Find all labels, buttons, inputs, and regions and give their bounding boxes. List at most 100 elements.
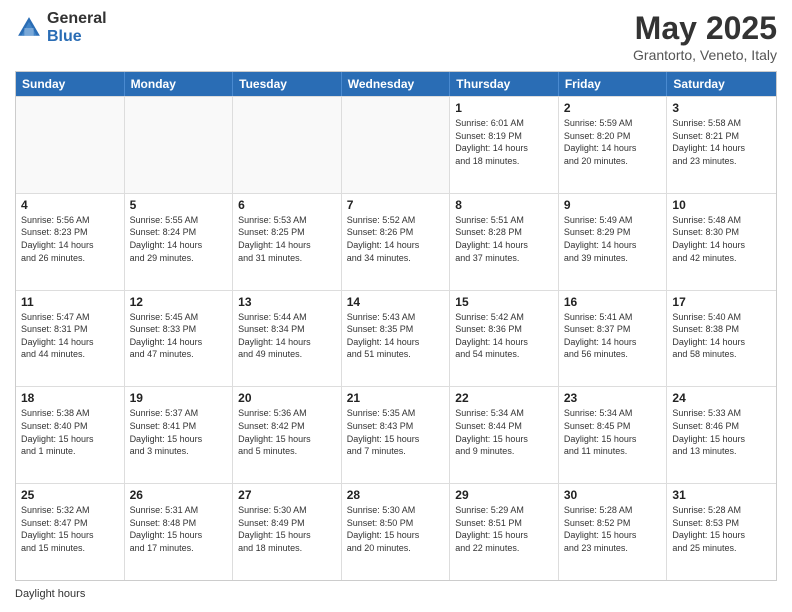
- day-info: Sunrise: 5:30 AM Sunset: 8:49 PM Dayligh…: [238, 504, 336, 554]
- calendar-cell-r4-c3: 28 Sunrise: 5:30 AM Sunset: 8:50 PM Dayli…: [342, 484, 451, 580]
- day-info: Sunrise: 5:32 AM Sunset: 8:47 PM Dayligh…: [21, 504, 119, 554]
- calendar-cell-r0-c6: 3Sunrise: 5:58 AM Sunset: 8:21 PM Daylig…: [667, 97, 776, 193]
- calendar-header: Sunday Monday Tuesday Wednesday Thursday…: [16, 72, 776, 96]
- day-info: Sunrise: 5:28 AM Sunset: 8:52 PM Dayligh…: [564, 504, 662, 554]
- day-number: 16: [564, 295, 662, 309]
- calendar-cell-r1-c6: 10 Sunrise: 5:48 AM Sunset: 8:30 PM Dayli…: [667, 194, 776, 290]
- title-month: May 2025: [633, 10, 777, 47]
- day-info: Sunrise: 5:28 AM Sunset: 8:53 PM Dayligh…: [672, 504, 771, 554]
- day-number: 23: [564, 391, 662, 405]
- day-number: 27: [238, 488, 336, 502]
- calendar-cell-r3-c6: 24 Sunrise: 5:33 AM Sunset: 8:46 PM Dayli…: [667, 387, 776, 483]
- calendar-cell-r2-c6: 17Sunrise: 5:40 AM Sunset: 8:38 PM Dayli…: [667, 291, 776, 387]
- calendar-cell-r3-c1: 19 Sunrise: 5:37 AM Sunset: 8:41 PM Dayli…: [125, 387, 234, 483]
- calendar-cell-r0-c2: [233, 97, 342, 193]
- calendar-cell-r4-c4: 29Sunrise: 5:29 AM Sunset: 8:51 PM Dayli…: [450, 484, 559, 580]
- day-info: Sunrise: 5:29 AM Sunset: 8:51 PM Dayligh…: [455, 504, 553, 554]
- day-number: 26: [130, 488, 228, 502]
- calendar-cell-r1-c1: 5 Sunrise: 5:55 AM Sunset: 8:24 PM Daylig…: [125, 194, 234, 290]
- day-number: 22: [455, 391, 553, 405]
- day-info: Sunrise: 5:31 AM Sunset: 8:48 PM Dayligh…: [130, 504, 228, 554]
- calendar: Sunday Monday Tuesday Wednesday Thursday…: [15, 71, 777, 581]
- calendar-cell-r0-c4: 1Sunrise: 6:01 AM Sunset: 8:19 PM Daylig…: [450, 97, 559, 193]
- day-number: 25: [21, 488, 119, 502]
- calendar-cell-r2-c1: 12 Sunrise: 5:45 AM Sunset: 8:33 PM Dayli…: [125, 291, 234, 387]
- day-info: Sunrise: 5:35 AM Sunset: 8:43 PM Dayligh…: [347, 407, 445, 457]
- day-info: Sunrise: 5:41 AM Sunset: 8:37 PM Dayligh…: [564, 311, 662, 361]
- title-block: May 2025 Grantorto, Veneto, Italy: [633, 10, 777, 63]
- calendar-cell-r3-c3: 21 Sunrise: 5:35 AM Sunset: 8:43 PM Dayli…: [342, 387, 451, 483]
- calendar-cell-r1-c0: 4Sunrise: 5:56 AM Sunset: 8:23 PM Daylig…: [16, 194, 125, 290]
- day-info: Sunrise: 5:51 AM Sunset: 8:28 PM Dayligh…: [455, 214, 553, 264]
- day-number: 24: [672, 391, 771, 405]
- day-number: 10: [672, 198, 771, 212]
- day-number: 14: [347, 295, 445, 309]
- logo-blue: Blue: [47, 28, 107, 46]
- logo-icon: [15, 14, 43, 42]
- day-number: 30: [564, 488, 662, 502]
- day-number: 19: [130, 391, 228, 405]
- day-info: Sunrise: 5:53 AM Sunset: 8:25 PM Dayligh…: [238, 214, 336, 264]
- day-number: 1: [455, 101, 553, 115]
- calendar-cell-r1-c3: 7 Sunrise: 5:52 AM Sunset: 8:26 PM Daylig…: [342, 194, 451, 290]
- day-info: Sunrise: 5:34 AM Sunset: 8:45 PM Dayligh…: [564, 407, 662, 457]
- day-info: Sunrise: 5:56 AM Sunset: 8:23 PM Dayligh…: [21, 214, 119, 264]
- day-number: 5: [130, 198, 228, 212]
- day-info: Sunrise: 5:36 AM Sunset: 8:42 PM Dayligh…: [238, 407, 336, 457]
- day-info: Sunrise: 5:42 AM Sunset: 8:36 PM Dayligh…: [455, 311, 553, 361]
- day-info: Sunrise: 5:37 AM Sunset: 8:41 PM Dayligh…: [130, 407, 228, 457]
- day-info: Sunrise: 5:49 AM Sunset: 8:29 PM Dayligh…: [564, 214, 662, 264]
- day-info: Sunrise: 5:43 AM Sunset: 8:35 PM Dayligh…: [347, 311, 445, 361]
- calendar-cell-r3-c4: 22 Sunrise: 5:34 AM Sunset: 8:44 PM Dayli…: [450, 387, 559, 483]
- calendar-row-1: 4Sunrise: 5:56 AM Sunset: 8:23 PM Daylig…: [16, 193, 776, 290]
- calendar-cell-r2-c0: 11 Sunrise: 5:47 AM Sunset: 8:31 PM Dayli…: [16, 291, 125, 387]
- day-info: Sunrise: 5:34 AM Sunset: 8:44 PM Dayligh…: [455, 407, 553, 457]
- logo-general: General: [47, 10, 107, 28]
- calendar-cell-r4-c0: 25 Sunrise: 5:32 AM Sunset: 8:47 PM Dayli…: [16, 484, 125, 580]
- header: General Blue May 2025 Grantorto, Veneto,…: [15, 10, 777, 63]
- day-number: 9: [564, 198, 662, 212]
- day-info: Sunrise: 5:40 AM Sunset: 8:38 PM Dayligh…: [672, 311, 771, 361]
- day-info: Sunrise: 5:47 AM Sunset: 8:31 PM Dayligh…: [21, 311, 119, 361]
- calendar-row-3: 18 Sunrise: 5:38 AM Sunset: 8:40 PM Dayli…: [16, 386, 776, 483]
- header-sunday: Sunday: [16, 72, 125, 96]
- calendar-cell-r1-c2: 6Sunrise: 5:53 AM Sunset: 8:25 PM Daylig…: [233, 194, 342, 290]
- day-number: 11: [21, 295, 119, 309]
- day-info: Sunrise: 5:45 AM Sunset: 8:33 PM Dayligh…: [130, 311, 228, 361]
- page: General Blue May 2025 Grantorto, Veneto,…: [0, 0, 792, 612]
- calendar-cell-r3-c5: 23 Sunrise: 5:34 AM Sunset: 8:45 PM Dayli…: [559, 387, 668, 483]
- day-number: 7: [347, 198, 445, 212]
- day-number: 3: [672, 101, 771, 115]
- day-info: Sunrise: 5:30 AM Sunset: 8:50 PM Dayligh…: [347, 504, 445, 554]
- calendar-cell-r0-c1: [125, 97, 234, 193]
- day-number: 2: [564, 101, 662, 115]
- day-number: 18: [21, 391, 119, 405]
- calendar-cell-r3-c0: 18 Sunrise: 5:38 AM Sunset: 8:40 PM Dayli…: [16, 387, 125, 483]
- calendar-cell-r4-c6: 31 Sunrise: 5:28 AM Sunset: 8:53 PM Dayli…: [667, 484, 776, 580]
- calendar-cell-r4-c1: 26 Sunrise: 5:31 AM Sunset: 8:48 PM Dayli…: [125, 484, 234, 580]
- calendar-row-0: 1Sunrise: 6:01 AM Sunset: 8:19 PM Daylig…: [16, 96, 776, 193]
- day-info: Sunrise: 5:44 AM Sunset: 8:34 PM Dayligh…: [238, 311, 336, 361]
- day-info: Sunrise: 5:33 AM Sunset: 8:46 PM Dayligh…: [672, 407, 771, 457]
- calendar-cell-r2-c5: 16 Sunrise: 5:41 AM Sunset: 8:37 PM Dayli…: [559, 291, 668, 387]
- day-number: 15: [455, 295, 553, 309]
- header-monday: Monday: [125, 72, 234, 96]
- header-thursday: Thursday: [450, 72, 559, 96]
- calendar-cell-r4-c2: 27 Sunrise: 5:30 AM Sunset: 8:49 PM Dayli…: [233, 484, 342, 580]
- day-info: Sunrise: 5:55 AM Sunset: 8:24 PM Dayligh…: [130, 214, 228, 264]
- calendar-cell-r4-c5: 30 Sunrise: 5:28 AM Sunset: 8:52 PM Dayli…: [559, 484, 668, 580]
- day-number: 12: [130, 295, 228, 309]
- calendar-cell-r0-c5: 2Sunrise: 5:59 AM Sunset: 8:20 PM Daylig…: [559, 97, 668, 193]
- day-info: Sunrise: 5:52 AM Sunset: 8:26 PM Dayligh…: [347, 214, 445, 264]
- header-wednesday: Wednesday: [342, 72, 451, 96]
- day-info: Sunrise: 5:48 AM Sunset: 8:30 PM Dayligh…: [672, 214, 771, 264]
- day-info: Sunrise: 5:38 AM Sunset: 8:40 PM Dayligh…: [21, 407, 119, 457]
- day-number: 31: [672, 488, 771, 502]
- day-number: 28: [347, 488, 445, 502]
- calendar-cell-r1-c5: 9 Sunrise: 5:49 AM Sunset: 8:29 PM Daylig…: [559, 194, 668, 290]
- day-number: 21: [347, 391, 445, 405]
- calendar-body: 1Sunrise: 6:01 AM Sunset: 8:19 PM Daylig…: [16, 96, 776, 580]
- daylight-note: Daylight hours: [15, 586, 777, 602]
- day-number: 8: [455, 198, 553, 212]
- day-number: 13: [238, 295, 336, 309]
